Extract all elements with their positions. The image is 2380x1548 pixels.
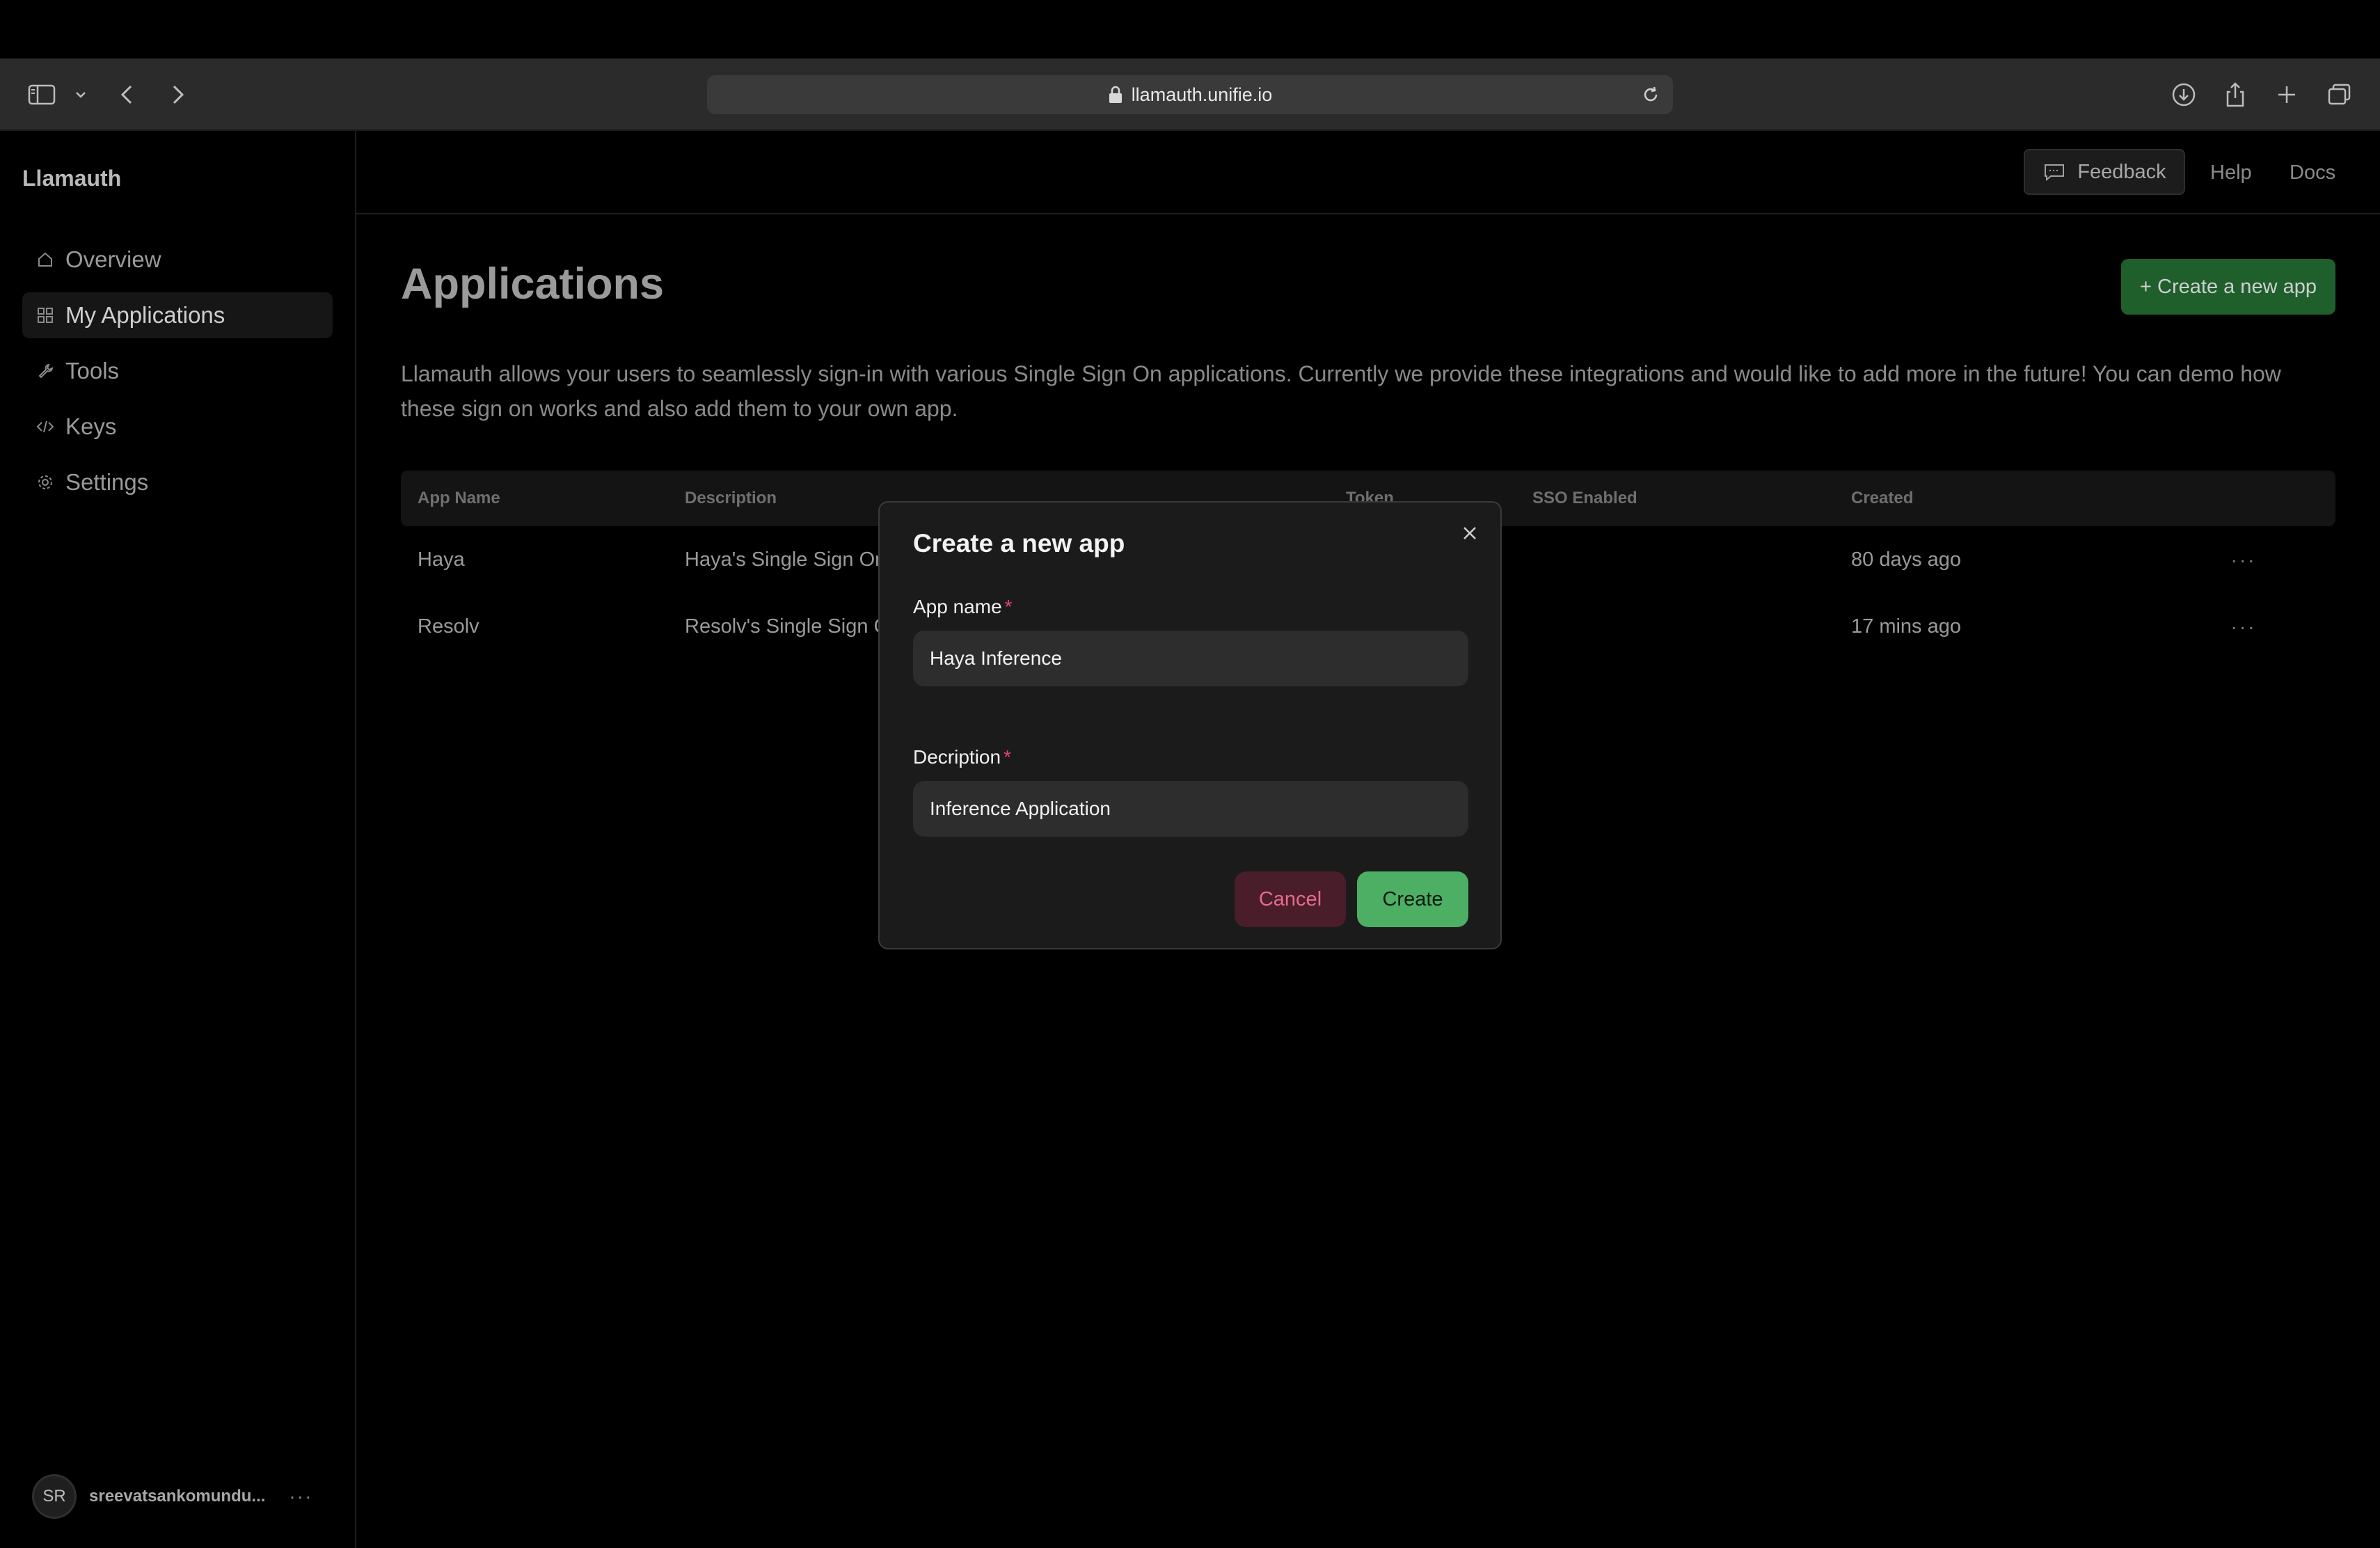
required-mark: *	[1003, 746, 1011, 768]
address-bar[interactable]: llamauth.unifie.io	[707, 75, 1673, 114]
intro-text: Llamauth allows your users to seamlessly…	[401, 361, 2281, 421]
main-header: Feedback Help Docs	[356, 131, 2380, 214]
chevron-down-icon[interactable]	[65, 79, 96, 110]
forward-icon[interactable]	[161, 79, 192, 110]
sidebar-item-label: Settings	[65, 469, 149, 495]
lock-icon	[1109, 86, 1122, 103]
sidebar-toggle-icon[interactable]	[26, 79, 57, 110]
column-header-description: Description	[685, 489, 777, 507]
browser-toolbar: llamauth.unifie.io	[0, 58, 2380, 131]
cell-description: Haya's Single Sign On	[685, 548, 887, 571]
cell-created: 17 mins ago	[1851, 615, 1961, 638]
sidebar-item-label: My Applications	[65, 302, 225, 328]
cell-description: Resolv's Single Sign C	[685, 615, 889, 638]
sidebar-item-label: Overview	[65, 246, 161, 272]
cell-app-name: Resolv	[418, 615, 479, 638]
description-input[interactable]	[913, 781, 1468, 837]
cancel-button[interactable]: Cancel	[1235, 871, 1346, 927]
gear-icon	[35, 472, 56, 493]
sidebar-item-my-applications[interactable]: My Applications	[22, 292, 333, 338]
avatar: SR	[32, 1474, 77, 1519]
tabs-overview-icon[interactable]	[2324, 79, 2355, 110]
help-link[interactable]: Help	[2210, 161, 2252, 184]
home-icon	[35, 249, 56, 270]
cell-app-name: Haya	[418, 548, 465, 571]
required-mark: *	[1004, 596, 1013, 617]
wrench-icon	[35, 361, 56, 381]
user-name: sreevatsankomundu...	[89, 1487, 266, 1506]
code-icon	[35, 416, 56, 437]
column-header-sso-enabled: SSO Enabled	[1532, 489, 1637, 507]
row-actions-button[interactable]: ...	[2231, 544, 2257, 568]
sidebar: Llamauth Overview My Applications Tools …	[0, 131, 356, 1548]
app-name-input[interactable]	[913, 631, 1468, 686]
new-tab-icon[interactable]	[2271, 79, 2302, 110]
row-actions-button[interactable]: ...	[2231, 611, 2257, 635]
column-header-created: Created	[1851, 489, 1914, 507]
create-app-dialog: Create a new app App name* Decription* C…	[878, 501, 1502, 949]
share-icon[interactable]	[2220, 79, 2251, 110]
cell-created: 80 days ago	[1851, 548, 1962, 571]
sidebar-item-label: Tools	[65, 358, 120, 384]
description-label: Decription *	[913, 746, 1011, 768]
docs-link[interactable]: Docs	[2290, 161, 2335, 184]
back-icon[interactable]	[113, 79, 143, 110]
chat-bubble-icon	[2045, 164, 2065, 182]
sidebar-item-settings[interactable]: Settings	[22, 459, 333, 505]
app-name-label: App name *	[913, 596, 1013, 617]
grid-icon	[35, 305, 56, 326]
create-button[interactable]: Create	[1357, 871, 1468, 927]
download-icon[interactable]	[2168, 79, 2199, 110]
column-header-app-name: App Name	[418, 489, 500, 507]
url-text: llamauth.unifie.io	[1131, 84, 1273, 105]
window-top-strip	[0, 0, 2380, 58]
create-new-app-button[interactable]: + Create a new app	[2121, 259, 2335, 315]
sidebar-item-label: Keys	[65, 413, 117, 439]
sidebar-item-tools[interactable]: Tools	[22, 348, 333, 394]
user-menu-button[interactable]: ···	[289, 1485, 312, 1508]
sidebar-item-overview[interactable]: Overview	[22, 237, 333, 283]
dialog-title: Create a new app	[913, 529, 1125, 558]
close-icon[interactable]	[1457, 521, 1482, 546]
sidebar-item-keys[interactable]: Keys	[22, 404, 333, 450]
user-profile[interactable]: SR sreevatsankomundu... ···	[32, 1474, 324, 1519]
page-title: Applications	[401, 260, 665, 308]
reload-icon[interactable]	[1640, 84, 1662, 106]
feedback-label: Feedback	[2077, 160, 2166, 183]
feedback-button[interactable]: Feedback	[2024, 149, 2185, 195]
sidebar-nav: Overview My Applications Tools Keys Sett…	[22, 237, 333, 515]
brand-name: Llamauth	[22, 166, 122, 191]
